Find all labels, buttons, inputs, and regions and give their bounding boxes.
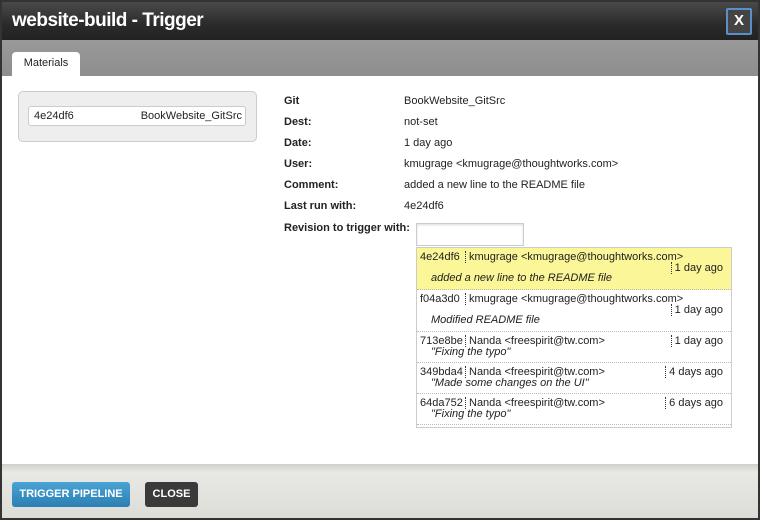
- detail-value: not-set: [404, 116, 438, 128]
- revision-dropdown: 4e24df6 kmugrage <kmugrage@thoughtworks.…: [416, 247, 732, 428]
- revision-comment: "Fixing the typo": [431, 408, 511, 420]
- detail-value: added a new line to the README file: [404, 179, 585, 191]
- footer: TRIGGER PIPELINE CLOSE: [2, 464, 758, 518]
- revision-comment: added a new line to the README file: [431, 272, 612, 284]
- title-bar: website-build - Trigger X: [2, 2, 758, 40]
- revision-comment: "Fixing the typo": [431, 346, 511, 358]
- revision-input[interactable]: [416, 223, 524, 246]
- detail-label: Dest:: [284, 116, 312, 128]
- tab-strip: Materials: [2, 40, 758, 76]
- material-revision: 4e24df6: [34, 110, 74, 122]
- detail-label: Last run with:: [284, 200, 357, 212]
- detail-value: 4e24df6: [404, 200, 444, 212]
- revision-comment: Modified README file: [431, 314, 540, 326]
- revision-comment: "Made some changes on the UI": [431, 377, 589, 389]
- revision-time: 6 days ago: [665, 397, 723, 409]
- detail-label: User:: [284, 158, 313, 170]
- revision-row[interactable]: 713e8be Nanda <freespirit@tw.com> 1 day …: [417, 332, 731, 363]
- detail-label: Date:: [284, 137, 312, 149]
- detail-value: BookWebsite_GitSrc: [404, 95, 506, 107]
- revision-id: f04a3d0: [420, 293, 460, 305]
- revision-time: 1 day ago: [670, 335, 723, 347]
- tab-materials[interactable]: Materials: [12, 52, 80, 76]
- materials-list: 4e24df6 BookWebsite_GitSrc: [18, 91, 257, 142]
- revision-user: kmugrage <kmugrage@thoughtworks.com>: [465, 251, 683, 263]
- revision-user: kmugrage <kmugrage@thoughtworks.com>: [465, 293, 683, 305]
- revision-id: 4e24df6: [420, 251, 460, 263]
- trigger-dialog: website-build - Trigger X Materials 4e24…: [2, 2, 758, 518]
- material-name: BookWebsite_GitSrc: [140, 110, 242, 122]
- detail-value: 1 day ago: [404, 137, 453, 149]
- detail-label: Comment:: [284, 179, 339, 191]
- trigger-pipeline-button[interactable]: TRIGGER PIPELINE: [12, 482, 130, 507]
- material-item[interactable]: 4e24df6 BookWebsite_GitSrc: [28, 106, 246, 126]
- detail-label: Git: [284, 95, 300, 107]
- revision-time: 1 day ago: [670, 262, 723, 274]
- revision-row[interactable]: 64da752 Nanda <freespirit@tw.com> 6 days…: [417, 394, 731, 425]
- revision-time: 1 day ago: [670, 304, 723, 316]
- revision-row[interactable]: f04a3d0 kmugrage <kmugrage@thoughtworks.…: [417, 290, 731, 332]
- close-button[interactable]: CLOSE: [145, 482, 198, 507]
- revision-time: 4 days ago: [665, 366, 723, 378]
- revision-row[interactable]: 4e24df6 kmugrage <kmugrage@thoughtworks.…: [417, 248, 731, 290]
- revision-row[interactable]: 349bda4 Nanda <freespirit@tw.com> 4 days…: [417, 363, 731, 394]
- dialog-title: website-build - Trigger: [12, 10, 204, 31]
- detail-value: kmugrage <kmugrage@thoughtworks.com>: [404, 158, 619, 170]
- revision-label: Revision to trigger with:: [284, 222, 410, 234]
- close-icon[interactable]: X: [726, 8, 752, 35]
